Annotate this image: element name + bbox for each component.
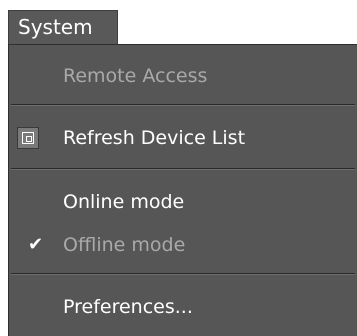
menu-item-offline-mode: ✔ Offline mode bbox=[9, 225, 357, 265]
menu-item-online-mode[interactable]: Online mode bbox=[9, 182, 357, 222]
menu-item-label: Online mode bbox=[63, 191, 185, 213]
menu-item-label: Refresh Device List bbox=[63, 127, 246, 149]
menu-item-label: Remote Access bbox=[63, 65, 208, 87]
menubar: System bbox=[0, 0, 357, 44]
menu-item-remote-access: Remote Access bbox=[9, 56, 357, 96]
system-dropdown-menu: Remote Access Refresh Device List Online… bbox=[8, 44, 357, 336]
menu-separator bbox=[11, 104, 355, 106]
menu-item-preferences[interactable]: Preferences... bbox=[9, 287, 357, 327]
menu-item-label: Preferences... bbox=[63, 296, 193, 318]
menu-item-refresh-device-list[interactable]: Refresh Device List bbox=[9, 118, 357, 158]
menu-separator bbox=[11, 273, 355, 275]
menu-item-label: Offline mode bbox=[63, 234, 186, 256]
checkmark-icon: ✔ bbox=[28, 234, 44, 255]
menu-separator bbox=[11, 168, 355, 170]
refresh-device-icon bbox=[17, 127, 39, 149]
menu-system[interactable]: System bbox=[8, 10, 118, 44]
